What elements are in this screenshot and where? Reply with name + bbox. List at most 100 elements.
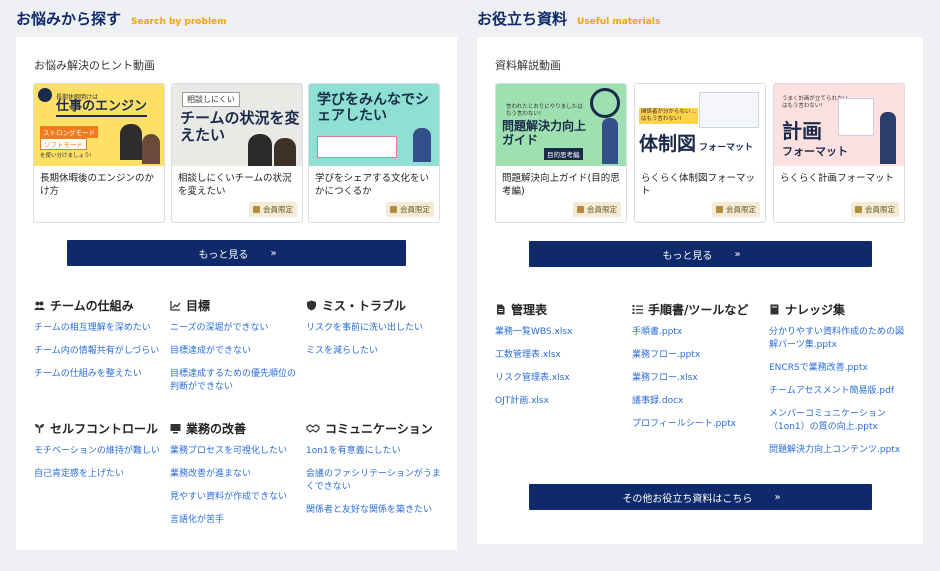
card-thumbnail: 言われたとおりにやりましたは もう言わない! 問題解決力向上ガイド 目的思考編 (496, 84, 626, 166)
chevron-right-icon: » (734, 248, 740, 260)
category-self-control: セルフコントロール モチベーションの維持が難しい 自己肯定感を上げたい (34, 420, 174, 491)
other-button-label: その他お役立ち資料はこちら (622, 493, 753, 505)
thumb-caption: 言われたとおりにやりましたは もう言わない! (506, 104, 583, 118)
problem-link[interactable]: チームの仕組みを整えたい (34, 368, 174, 381)
right-panel-heading: 資料解説動画 (495, 59, 561, 72)
card-thumbnail: 相談しにくい チームの状況を変えたい (172, 84, 302, 166)
lock-icon (577, 206, 584, 213)
thumb-title: 学びをみんなでシェアしたい (317, 92, 429, 125)
problem-link[interactable]: 業務改善が進まない (170, 468, 310, 481)
member-label: 会員限定 (865, 205, 895, 214)
material-card-plan[interactable]: うまく計画が立てられない… はもう言わない! 計画 フォーマット らくらく計画フ… (773, 83, 905, 223)
material-card-org-chart[interactable]: 関係者が分からない… はもう言わない! 体制図 フォーマット らくらく体制図フォ… (634, 83, 766, 223)
video-card-learning-share[interactable]: 学びをみんなでシェアしたい 学びをシェアする文化をいかにつくるか 会員限定 (308, 83, 440, 223)
people-icon (34, 300, 45, 311)
video-card-engine[interactable]: 長期休暇明けは 仕事のエンジン ストロングモード ソフトモード を使い分けましょ… (33, 83, 165, 223)
problem-link[interactable]: チーム内の情報共有がしづらい (34, 345, 174, 358)
right-section-title: お役立ち資料 (477, 10, 568, 28)
lock-icon (390, 206, 397, 213)
member-only-badge: 会員限定 (249, 202, 297, 217)
thumb-tag: 目的思考編 (544, 148, 583, 160)
lock-icon (855, 206, 862, 213)
more-button-label: もっと見る (662, 250, 713, 262)
thumb-caption: 相談しにくい (182, 92, 240, 107)
file-link[interactable]: 工数管理表.xlsx (495, 349, 635, 362)
category-mistake: ミス・トラブル リスクを事前に洗い出したい ミスを減らしたい (306, 297, 446, 368)
problem-link[interactable]: 会議のファシリテーションがうまくできない (306, 468, 446, 494)
lock-icon (253, 206, 260, 213)
category-management-sheets: 管理表 業務一覧WBS.xlsx 工数管理表.xlsx リスク管理表.xlsx … (495, 301, 635, 418)
file-link[interactable]: 分かりやすい資料作成のための図解パーツ集.pptx (769, 326, 909, 352)
card-thumbnail: 長期休暇明けは 仕事のエンジン ストロングモード ソフトモード を使い分けましょ… (34, 84, 164, 166)
problem-link[interactable]: 関係者と友好な関係を築きたい (306, 504, 446, 517)
thumb-caption: 関係者が分からない… はもう言わない! (639, 108, 699, 125)
right-section-header: お役立ち資料 Useful materials (477, 8, 660, 29)
file-link[interactable]: ENCRSで業務改善.pptx (769, 362, 909, 375)
org-chart-illustration (699, 92, 759, 128)
problem-link[interactable]: リスクを事前に洗い出したい (306, 322, 446, 335)
person-photo (120, 124, 142, 160)
chevron-right-icon: » (774, 491, 780, 503)
other-materials-button[interactable]: その他お役立ち資料はこちら » (529, 484, 872, 510)
right-section-subtitle: Useful materials (577, 17, 661, 27)
file-link[interactable]: 業務一覧WBS.xlsx (495, 326, 635, 339)
card-title: 学びをシェアする文化をいかにつくるか (315, 173, 430, 198)
member-only-badge: 会員限定 (573, 202, 621, 217)
problem-link[interactable]: 自己肯定感を上げたい (34, 468, 174, 481)
left-section-title: お悩みから探す (16, 10, 122, 28)
shield-icon (306, 300, 317, 311)
thumb-tag: フォーマット (782, 145, 848, 158)
more-materials-button[interactable]: もっと見る » (529, 241, 872, 267)
thumb-tag-soft: ソフトモード (40, 138, 87, 150)
lock-icon (716, 206, 723, 213)
problem-link[interactable]: モチベーションの維持が難しい (34, 445, 174, 458)
card-title: らくらく計画フォーマット (780, 173, 895, 184)
category-business-improvement: 業務の改善 業務プロセスを可視化したい 業務改善が進まない 見やすい資料が作成で… (170, 420, 310, 537)
thumb-tag: フォーマット (699, 143, 754, 153)
monitor-icon (170, 423, 181, 434)
category-knowledge: ナレッジ集 分かりやすい資料作成のための図解パーツ集.pptx ENCRSで業務… (769, 301, 909, 467)
person-photo (142, 134, 160, 164)
chart-icon (170, 300, 181, 311)
file-link[interactable]: 議事録.docx (632, 395, 772, 408)
card-title: 問題解決向上ガイド(目的思考編) (502, 173, 620, 198)
file-link[interactable]: 業務フロー.pptx (632, 349, 772, 362)
problem-link[interactable]: 業務プロセスを可視化したい (170, 445, 310, 458)
thumb-title: 仕事のエンジン (56, 99, 148, 117)
file-link[interactable]: メンバーコミュニケーション（1on1）の質の向上.pptx (769, 408, 909, 434)
problem-link[interactable]: ニーズの深堀ができない (170, 322, 300, 335)
file-link[interactable]: 業務フロー.xlsx (632, 372, 772, 385)
file-link[interactable]: OJT計画.xlsx (495, 395, 635, 408)
problem-link[interactable]: 言語化が苦手 (170, 514, 310, 527)
magnifier-icon (590, 88, 620, 118)
card-thumbnail: うまく計画が立てられない… はもう言わない! 計画 フォーマット (774, 84, 904, 166)
problem-link[interactable]: 目標達成するための優先順位の判断ができない (170, 368, 300, 394)
category-title: 目標 (186, 299, 211, 313)
problem-link[interactable]: ミスを減らしたい (306, 345, 446, 358)
list-icon (632, 304, 643, 315)
problem-link[interactable]: 1on1を有意義にしたい (306, 445, 446, 458)
member-only-badge: 会員限定 (712, 202, 760, 217)
schedule-illustration (838, 98, 874, 136)
problem-link[interactable]: 目標達成ができない (170, 345, 300, 358)
problem-link[interactable]: チームの相互理解を深めたい (34, 322, 174, 335)
file-link[interactable]: リスク管理表.xlsx (495, 372, 635, 385)
file-link[interactable]: 手順書.pptx (632, 326, 772, 339)
file-link[interactable]: プロフィールシート.pptx (632, 418, 772, 431)
card-thumbnail: 関係者が分からない… はもう言わない! 体制図 フォーマット (635, 84, 765, 166)
more-videos-button[interactable]: もっと見る » (67, 240, 406, 266)
file-link[interactable]: 問題解決力向上コンテンツ.pptx (769, 444, 909, 457)
book-icon (769, 304, 780, 315)
person-photo (248, 134, 272, 166)
member-label: 会員限定 (263, 205, 293, 214)
category-title: チームの仕組み (50, 299, 134, 313)
left-section-header: お悩みから探す Search by problem (16, 8, 227, 29)
material-card-problem-solving[interactable]: 言われたとおりにやりましたは もう言わない! 問題解決力向上ガイド 目的思考編 … (495, 83, 627, 223)
category-title: 業務の改善 (186, 422, 247, 436)
file-link[interactable]: チームアセスメント簡易版.pdf (769, 385, 909, 398)
category-title: ミス・トラブル (322, 299, 407, 313)
video-card-team-status[interactable]: 相談しにくい チームの状況を変えたい 相談しにくいチームの状況を変えたい 会員限… (171, 83, 303, 223)
card-title: 長期休暇後のエンジンのかけ方 (40, 173, 155, 198)
problem-link[interactable]: 見やすい資料が作成できない (170, 491, 310, 504)
card-thumbnail: 学びをみんなでシェアしたい (309, 84, 439, 166)
